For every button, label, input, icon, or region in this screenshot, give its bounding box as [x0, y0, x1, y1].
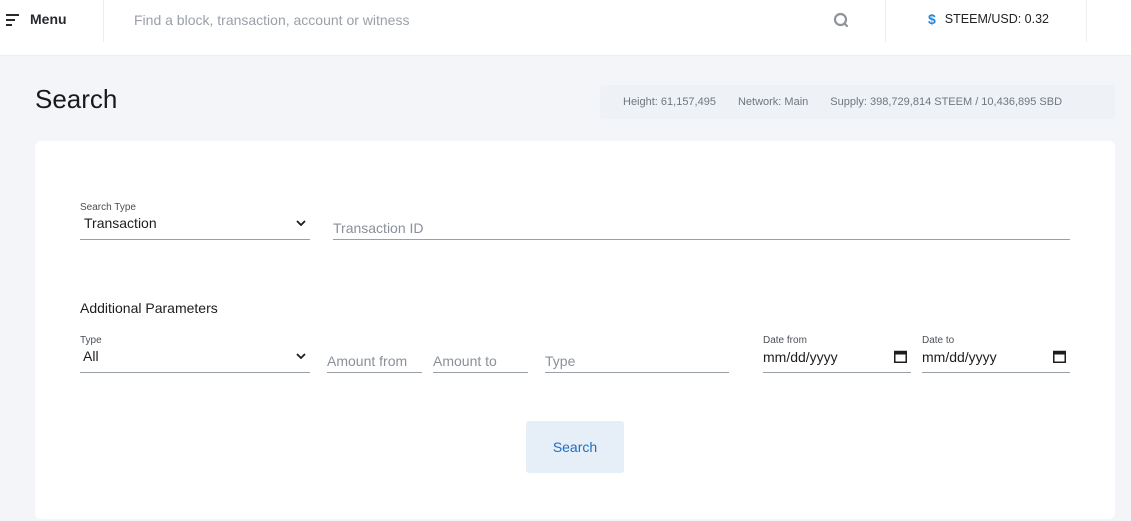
dollar-icon: $: [928, 11, 936, 27]
calendar-icon[interactable]: [894, 350, 907, 363]
menu-label: Menu: [30, 11, 67, 27]
operation-type-input[interactable]: [545, 349, 729, 373]
search-type-value: Transaction: [84, 215, 157, 231]
type-label: Type: [80, 335, 102, 346]
search-button[interactable]: Search: [526, 421, 624, 473]
amount-from-input[interactable]: [327, 349, 422, 373]
date-to-input[interactable]: mm/dd/yyyy: [922, 349, 1070, 373]
global-search-input[interactable]: [134, 10, 814, 30]
search-icon[interactable]: [833, 12, 849, 28]
chevron-down-icon: [296, 353, 306, 359]
menu-icon: [6, 14, 19, 26]
search-card: Search Type Transaction Additional Param…: [35, 141, 1115, 519]
price-text: STEEM/USD: 0.32: [944, 12, 1049, 26]
amount-to-input[interactable]: [433, 349, 528, 373]
topbar-divider: [1086, 0, 1087, 42]
date-from-value: mm/dd/yyyy: [763, 349, 838, 365]
network-stats: Height: 61,157,495 Network: Main Supply:…: [600, 85, 1115, 119]
date-from-input[interactable]: mm/dd/yyyy: [763, 349, 911, 373]
additional-parameters-heading: Additional Parameters: [80, 300, 218, 316]
chevron-down-icon: [296, 220, 306, 226]
date-to-value: mm/dd/yyyy: [922, 349, 997, 365]
search-type-select[interactable]: Transaction: [80, 213, 310, 240]
stat-supply: Supply: 398,729,814 STEEM / 10,436,895 S…: [830, 96, 1063, 108]
topbar-divider: [885, 0, 886, 42]
date-from-label: Date from: [763, 335, 807, 346]
page-title: Search: [35, 84, 118, 114]
top-bar: Menu $ STEEM/USD: 0.32: [0, 0, 1131, 56]
type-select[interactable]: All: [80, 346, 310, 373]
type-value: All: [83, 348, 99, 364]
date-to-label: Date to: [922, 335, 955, 346]
stat-network: Network: Main: [737, 96, 809, 108]
moon-icon[interactable]: [1122, 12, 1131, 28]
transaction-id-input[interactable]: [333, 216, 1070, 240]
search-type-label: Search Type: [80, 202, 136, 213]
price-ticker: $ STEEM/USD: 0.32: [928, 11, 1049, 27]
stat-height: Height: 61,157,495: [623, 96, 716, 108]
calendar-icon[interactable]: [1053, 350, 1066, 363]
menu-button[interactable]: Menu: [0, 0, 104, 42]
